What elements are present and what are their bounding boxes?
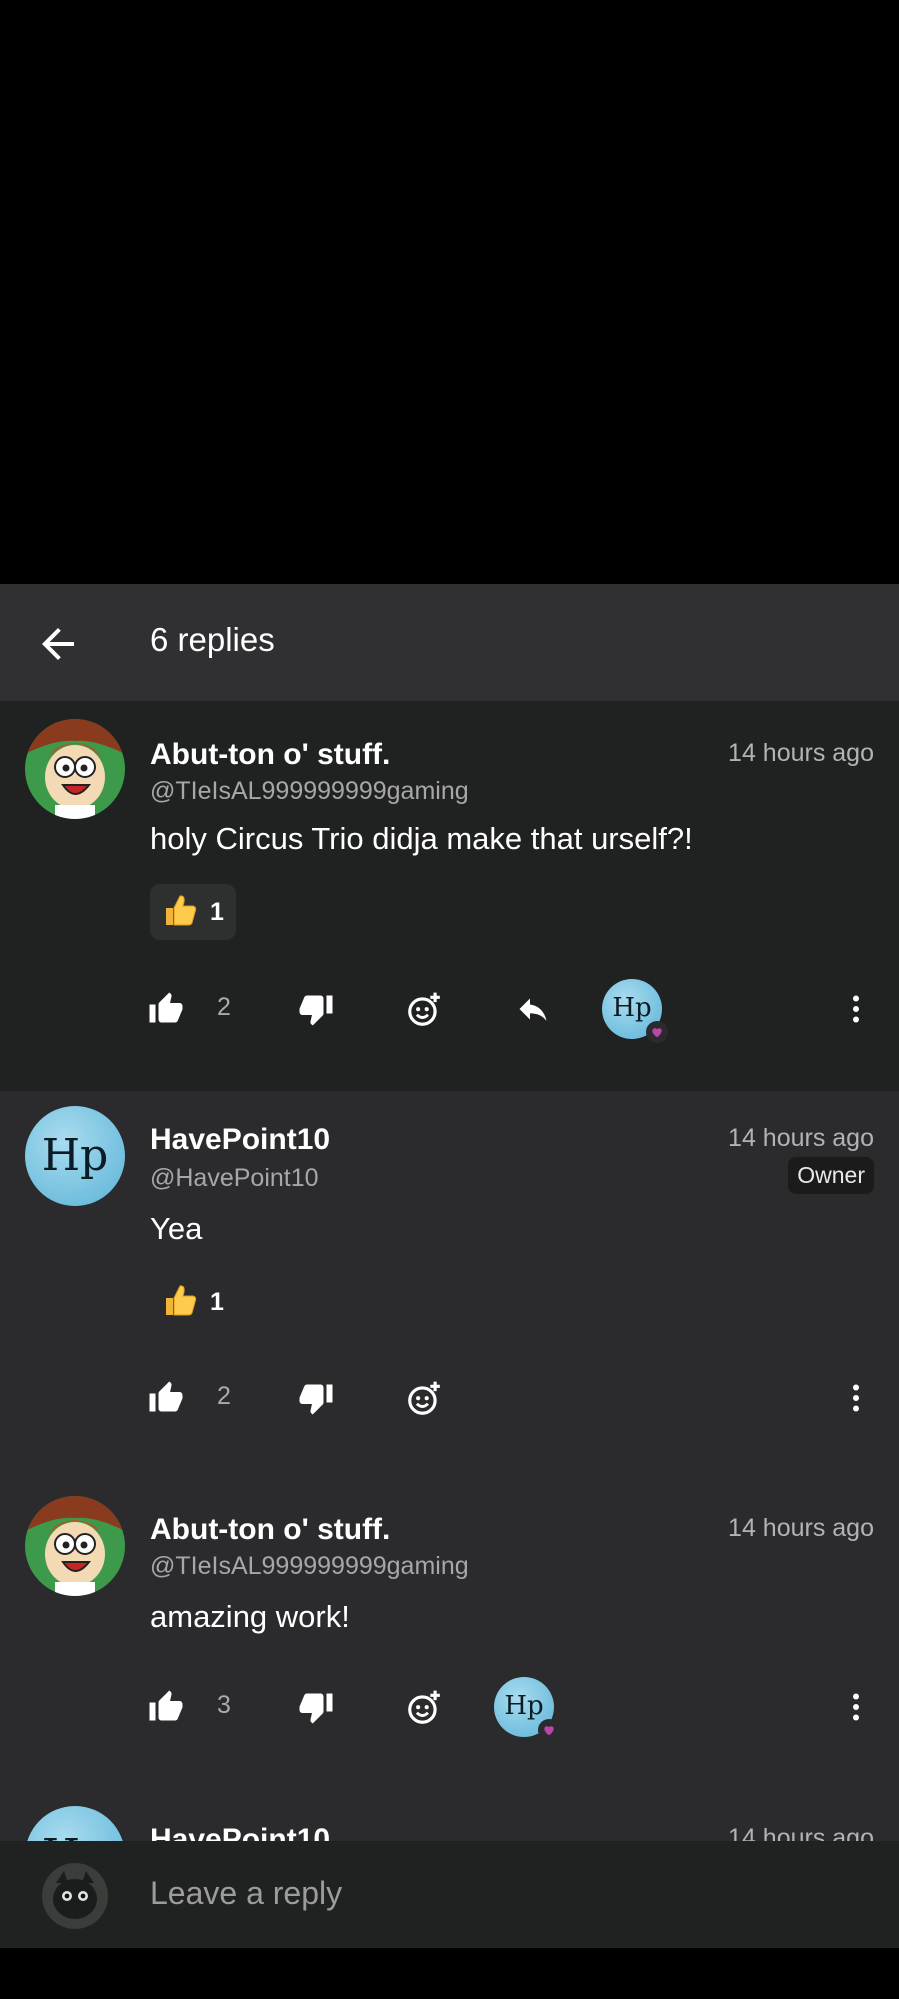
avatar-text: Hp [41,1130,109,1181]
timestamp: 14 hours ago [728,739,874,767]
author-handle: @TIeIsAL999999999gaming [150,1552,469,1580]
heart-icon [646,1021,668,1043]
timestamp: 14 hours ago [728,1124,874,1152]
author-name[interactable]: Abut-ton o' stuff. [150,738,390,772]
back-arrow-icon[interactable] [34,620,82,668]
video-player-area[interactable] [0,0,899,584]
like-icon[interactable] [148,1380,184,1416]
add-reaction-icon[interactable] [405,1380,441,1416]
reply-icon[interactable] [515,991,551,1027]
avatar[interactable] [25,719,125,819]
thumbs-up-emoji-icon [162,892,198,933]
dislike-icon[interactable] [298,1380,334,1416]
creator-avatar-text: Hp [612,993,652,1023]
author-name[interactable]: HavePoint10 [150,1123,330,1157]
bottom-bar [0,1948,899,1999]
more-options-icon[interactable] [838,1380,874,1416]
author-name[interactable]: Abut-ton o' stuff. [150,1513,390,1547]
reaction-chip[interactable]: 1 [150,1274,236,1330]
comment-actions: 3 Hp [0,1677,899,1741]
more-options-icon[interactable] [838,1689,874,1725]
dislike-icon[interactable] [298,991,334,1027]
heart-icon [538,1719,560,1741]
creator-avatar-text: Hp [504,1691,544,1721]
owner-badge: Owner [788,1157,874,1194]
reaction-count: 1 [210,897,224,926]
comment-item: Abut-ton o' stuff. @TIeIsAL999999999gami… [0,1481,899,1791]
comment-text: holy Circus Trio didja make that urself?… [150,821,693,856]
replies-panel: 6 replies Abut-ton o' stuff. @TIeIsAL999… [0,584,899,1948]
like-count: 2 [217,993,231,1021]
reply-composer: Leave a reply [0,1841,899,1948]
author-handle: @TIeIsAL999999999gaming [150,777,469,805]
comment-actions: 2 Hp [0,979,899,1043]
like-count: 2 [217,1382,231,1410]
add-reaction-icon[interactable] [405,1689,441,1725]
comment-text: Yea [150,1211,203,1246]
add-reaction-icon[interactable] [405,991,441,1027]
more-options-icon[interactable] [838,991,874,1027]
like-icon[interactable] [148,991,184,1027]
replies-header: 6 replies [0,584,899,701]
reply-input[interactable]: Leave a reply [150,1875,342,1912]
avatar[interactable]: Hp [25,1106,125,1206]
comment-text: amazing work! [150,1599,350,1634]
timestamp: 14 hours ago [728,1514,874,1542]
creator-heart-badge: Hp [602,979,668,1043]
comment-actions: 2 [0,1368,899,1428]
current-user-avatar [42,1863,108,1929]
reaction-chip[interactable]: 1 [150,884,236,940]
creator-heart-badge: Hp [494,1677,560,1741]
replies-count-title: 6 replies [150,621,275,658]
like-icon[interactable] [148,1689,184,1725]
thumbs-up-emoji-icon [162,1282,198,1323]
comment-item: Hp HavePoint10 @HavePoint10 14 hours ago… [0,1091,899,1481]
avatar[interactable] [25,1496,125,1596]
dislike-icon[interactable] [298,1689,334,1725]
comment-item: Abut-ton o' stuff. @TIeIsAL999999999gami… [0,701,899,1091]
author-handle: @HavePoint10 [150,1164,319,1192]
like-count: 3 [217,1691,231,1719]
reaction-count: 1 [210,1287,224,1316]
